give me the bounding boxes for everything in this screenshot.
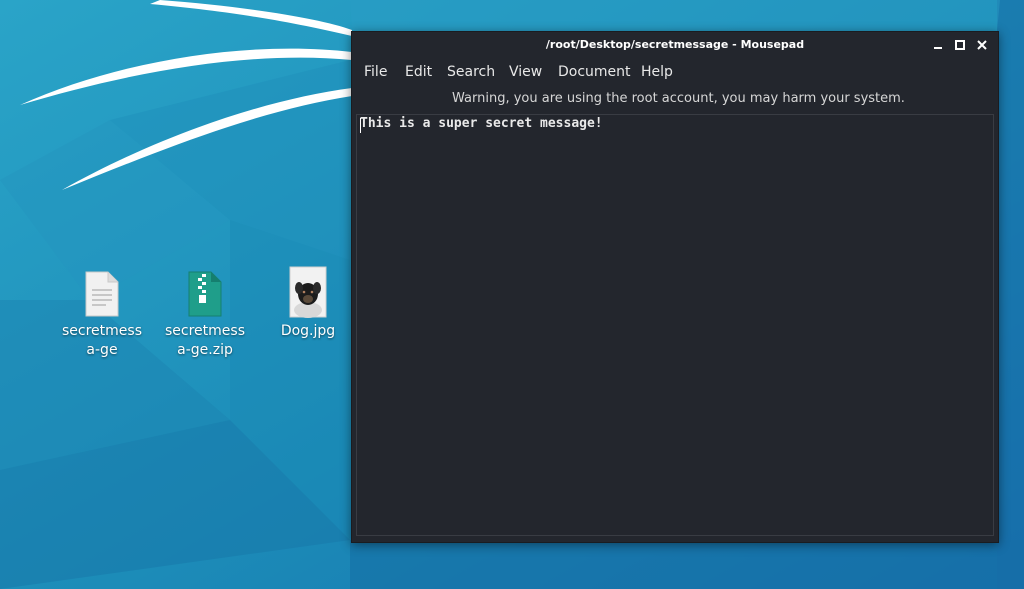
image-thumbnail-icon xyxy=(289,266,327,318)
root-warning-bar: Warning, you are using the root account,… xyxy=(352,89,998,111)
root-warning-text: Warning, you are using the root account,… xyxy=(452,91,905,106)
desktop-icon-secretmessage-zip[interactable]: secretmessa-ge.zip xyxy=(155,270,255,360)
menu-edit[interactable]: Edit xyxy=(405,64,432,80)
minimize-icon[interactable] xyxy=(930,37,946,53)
window-title: /root/Desktop/secretmessage - Mousepad xyxy=(545,38,805,51)
text-caret xyxy=(360,118,361,133)
menu-search[interactable]: Search xyxy=(447,64,495,80)
mousepad-window: /root/Desktop/secretmessage - Mousepad F… xyxy=(351,31,999,543)
desktop-icon-label: secretmessa-ge.zip xyxy=(165,323,245,358)
desktop-icon-dog-jpg[interactable]: Dog.jpg xyxy=(258,266,358,341)
desktop-icon-secretmessage[interactable]: secretmessa-ge xyxy=(52,270,152,360)
editor-content[interactable]: This is a super secret message! xyxy=(360,116,603,131)
menubar: File Edit Search View Document Help xyxy=(352,61,998,85)
menu-document[interactable]: Document xyxy=(558,64,631,80)
maximize-icon[interactable] xyxy=(952,37,968,53)
text-file-icon xyxy=(85,271,119,317)
desktop: secretmessa-ge secretmessa-ge.zip Dog.jp… xyxy=(0,0,1024,589)
menu-view[interactable]: View xyxy=(509,64,542,80)
window-titlebar[interactable]: /root/Desktop/secretmessage - Mousepad xyxy=(352,32,998,59)
zip-archive-icon xyxy=(188,271,222,317)
menu-help[interactable]: Help xyxy=(641,64,673,80)
text-editor-area[interactable]: This is a super secret message! xyxy=(356,114,994,536)
close-icon[interactable] xyxy=(974,37,990,53)
menu-file[interactable]: File xyxy=(364,64,387,80)
desktop-icon-label: secretmessa-ge xyxy=(62,323,142,358)
desktop-icon-label: Dog.jpg xyxy=(280,323,336,339)
